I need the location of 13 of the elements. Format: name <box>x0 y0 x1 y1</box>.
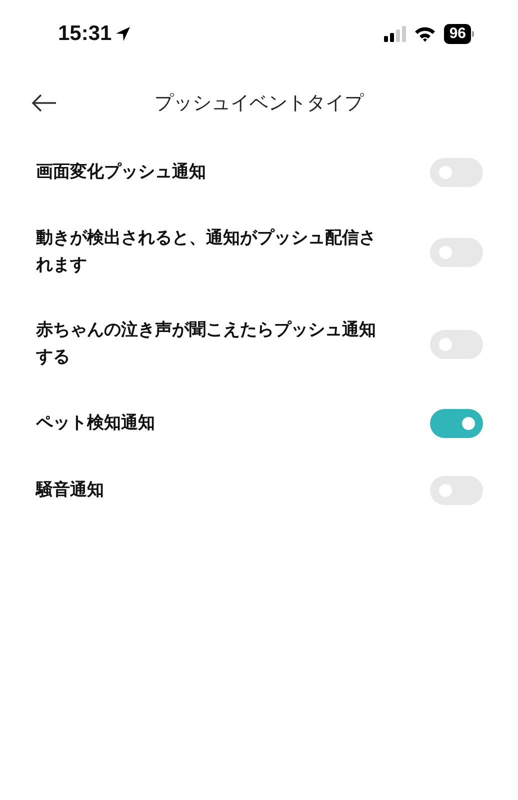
setting-label: 動きが検出されると、通知がプッシュ配信されます <box>36 227 377 277</box>
setting-label: 赤ちゃんの泣き声が聞こえたらプッシュ通知する <box>36 319 377 369</box>
setting-label: 画面変化プッシュ通知 <box>36 161 207 184</box>
toggle-switch[interactable] <box>430 409 483 438</box>
battery-icon: 96 <box>444 24 474 44</box>
status-time: 15:31 <box>58 22 112 46</box>
location-arrow-icon <box>114 26 131 42</box>
setting-label: ペット検知通知 <box>36 412 156 435</box>
back-arrow-icon[interactable] <box>31 93 57 113</box>
page-title: プッシュイベントタイプ <box>154 91 364 116</box>
signal-icon <box>384 26 406 42</box>
setting-label: 騒音通知 <box>36 479 105 502</box>
wifi-icon <box>414 26 436 42</box>
